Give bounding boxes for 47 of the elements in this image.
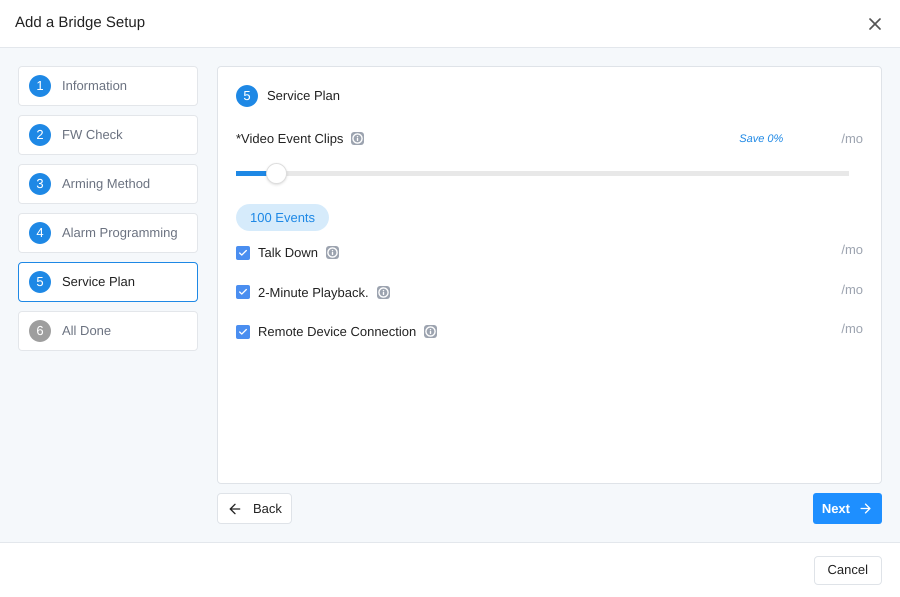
step-number: 4 (29, 222, 51, 244)
info-icon (326, 246, 339, 260)
step-item[interactable]: 3 Arming Method (18, 164, 198, 204)
step-label: Alarm Programming (62, 224, 178, 242)
step-item[interactable]: 1 Information (18, 66, 198, 106)
checkbox[interactable] (236, 285, 250, 300)
step-number: 1 (29, 75, 51, 97)
step-number: 2 (29, 124, 51, 146)
step-number: 5 (236, 85, 258, 107)
step-number: 3 (29, 173, 51, 195)
step-label: All Done (62, 322, 112, 340)
slider[interactable] (236, 162, 849, 184)
checkbox[interactable] (236, 324, 250, 339)
savings-text: Save 0% (739, 132, 784, 146)
dialog-title: Add a Bridge Setup (15, 13, 146, 34)
option-label: Talk Down (258, 244, 318, 262)
step-number: 5 (29, 271, 51, 293)
step-number: 6 (29, 320, 51, 342)
cancel-button[interactable]: Cancel (814, 556, 882, 584)
price-unit: /mo (841, 280, 863, 298)
check-icon (238, 248, 248, 258)
step-label: Arming Method (62, 175, 150, 194)
step-item[interactable]: 4 Alarm Programming (18, 213, 198, 253)
arrow-right-icon (858, 501, 873, 516)
price-unit: /mo (841, 130, 863, 148)
info-icon (376, 286, 390, 299)
info-icon (424, 325, 438, 338)
checkbox[interactable] (236, 246, 250, 260)
info-icon (351, 132, 364, 146)
step-label: FW Check (62, 126, 123, 144)
step-item[interactable]: 6 All Done (18, 311, 198, 351)
step-item[interactable]: 2 FW Check (18, 115, 198, 155)
check-icon (238, 287, 248, 298)
step-label: Information (62, 77, 128, 96)
slider-thumb[interactable] (266, 162, 287, 184)
step-label: Service Plan (62, 273, 135, 292)
option-label: *Video Event Clips (236, 130, 344, 148)
panel-title: Service Plan (267, 87, 340, 106)
events-badge: 100 Events (236, 204, 330, 231)
option-label: 2-Minute Playback. (258, 284, 369, 302)
option-label: Remote Device Connection (258, 323, 416, 341)
next-button[interactable]: Next (812, 493, 882, 524)
back-button[interactable]: Back (217, 493, 292, 524)
price-unit: /mo (841, 241, 863, 259)
check-icon (238, 326, 248, 337)
step-item[interactable]: 5 Service Plan (18, 262, 198, 302)
price-unit: /mo (841, 320, 863, 338)
